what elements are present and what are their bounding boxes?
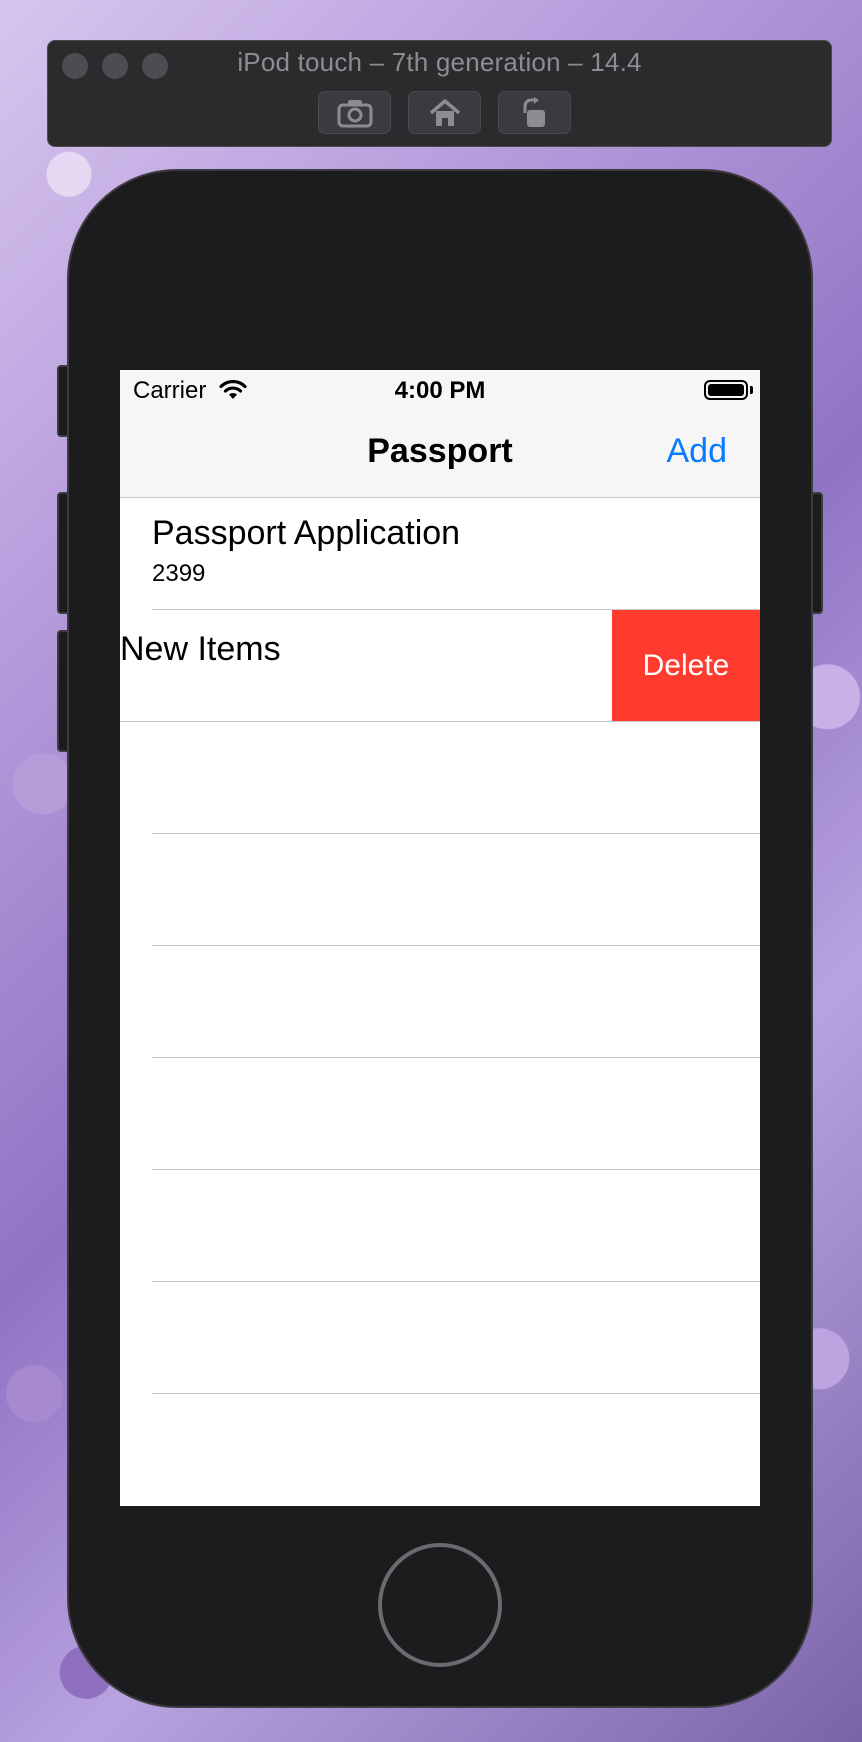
camera-icon	[337, 99, 372, 127]
battery-level	[708, 384, 744, 396]
empty-row-separator	[152, 1169, 760, 1170]
empty-row-separator	[152, 1057, 760, 1058]
row-separator	[120, 721, 760, 722]
page-title: Passport	[367, 432, 513, 470]
rotate-button[interactable]	[498, 91, 571, 134]
row-title: New Items	[120, 630, 281, 668]
navigation-bar: Passport Add	[120, 412, 760, 498]
home-icon	[429, 98, 460, 126]
empty-row-separator	[152, 945, 760, 946]
simulator-toolbar: iPod touch – 7th generation – 14.4	[47, 40, 832, 147]
status-bar: Carrier 4:00 PM	[120, 370, 760, 412]
device-screen: Carrier 4:00 PM Passport Add Passport Ap…	[120, 370, 760, 1506]
table-row[interactable]: Passport Application 2399	[120, 498, 760, 610]
device-home-button[interactable]	[378, 1543, 502, 1667]
row-title: Passport Application	[152, 514, 461, 552]
screenshot-button[interactable]	[318, 91, 391, 134]
battery-icon	[704, 380, 748, 400]
simulator-title: iPod touch – 7th generation – 14.4	[237, 47, 642, 77]
empty-row-separator	[152, 833, 760, 834]
table-row-swiped[interactable]: New Items Delete	[120, 610, 760, 722]
battery-tip	[750, 386, 753, 394]
status-time: 4:00 PM	[394, 377, 486, 404]
rotate-icon	[523, 96, 545, 127]
empty-row-separator	[152, 1393, 760, 1394]
delete-button[interactable]: Delete	[612, 610, 760, 722]
add-button[interactable]: Add	[667, 432, 728, 471]
row-subtitle: 2399	[152, 560, 206, 587]
empty-row-separator	[152, 1281, 760, 1282]
home-toolbar-button[interactable]	[408, 91, 481, 134]
